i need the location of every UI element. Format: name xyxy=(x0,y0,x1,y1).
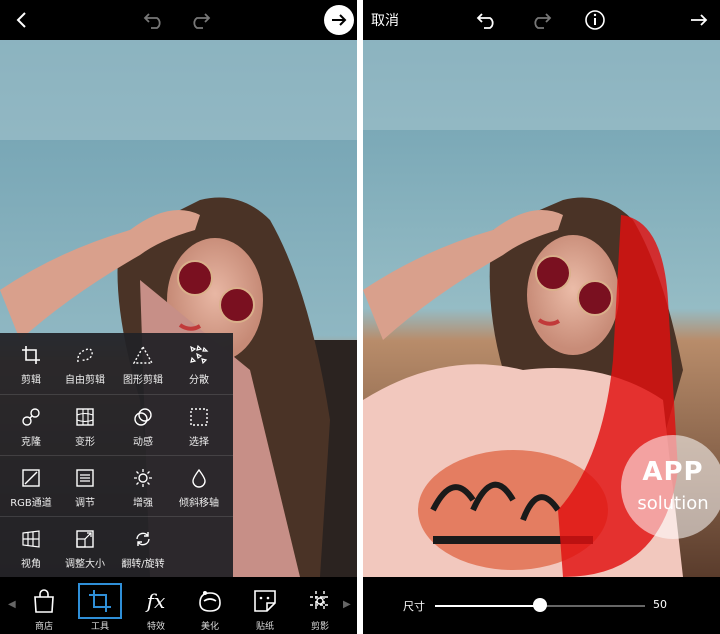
tool-label: 动感 xyxy=(133,437,153,448)
watermark-subtitle: solution xyxy=(637,493,709,514)
top-toolbar xyxy=(0,0,357,40)
tool-free-crop[interactable]: 自由剪辑 xyxy=(56,333,114,394)
tool-label: 剪辑 xyxy=(21,375,41,386)
nav-label: 商店 xyxy=(34,622,53,632)
tool-motion[interactable]: 动感 xyxy=(114,395,172,456)
tool-rgb[interactable]: RGB通道 xyxy=(2,456,60,517)
tool-select[interactable]: 选择 xyxy=(170,395,228,456)
freecrop-icon xyxy=(77,348,93,363)
clone-icon xyxy=(22,408,40,426)
bottom-navigation: ◀ 商店 工具 fx 特效 美化 贴纸 剪影 ▶ xyxy=(0,577,357,634)
beautify-icon xyxy=(199,591,221,612)
brush-size-bar: 尺寸 50 xyxy=(363,577,720,634)
nav-label: 美化 xyxy=(200,622,219,632)
tool-shape-crop[interactable]: 图形剪辑 xyxy=(114,333,172,394)
scroll-right-icon[interactable]: ▶ xyxy=(343,599,351,610)
redo-icon[interactable] xyxy=(186,6,214,34)
tool-label: 倾斜移轴 xyxy=(179,498,219,509)
editor-panel-brush: 取消 APP solution 尺寸 50 xyxy=(363,0,720,634)
cutout-icon xyxy=(310,591,330,611)
shop-bag-icon xyxy=(34,589,54,613)
tool-label: 选择 xyxy=(189,437,209,448)
tool-disperse[interactable]: 分散 xyxy=(170,333,228,394)
nav-effects[interactable]: fx 特效 xyxy=(130,577,182,634)
tool-label: 变形 xyxy=(75,437,95,448)
tool-label: 克隆 xyxy=(21,437,41,448)
watermark-badge: APP solution xyxy=(621,435,720,539)
warp-icon xyxy=(76,408,94,426)
tool-clone[interactable]: 克隆 xyxy=(2,395,60,456)
nav-shop[interactable]: 商店 xyxy=(18,577,70,634)
tool-enhance[interactable]: 增强 xyxy=(114,456,172,517)
nav-cutout[interactable]: 剪影 xyxy=(294,577,346,634)
tools-menu: 剪辑 自由剪辑 图形剪辑 分散 克隆 变形 动感 选择 RGB通道 调节 增强 … xyxy=(0,333,233,577)
nav-tools[interactable]: 工具 xyxy=(74,577,126,634)
nav-stickers[interactable]: 贴纸 xyxy=(239,577,291,634)
nav-label: 工具 xyxy=(90,622,109,632)
tools-row: 剪辑 自由剪辑 图形剪辑 分散 xyxy=(0,333,233,394)
tool-crop[interactable]: 剪辑 xyxy=(2,333,60,394)
fx-icon: fx xyxy=(146,589,166,613)
scroll-left-icon[interactable]: ◀ xyxy=(8,599,16,610)
slider-fill xyxy=(435,605,540,607)
crop-tool-icon xyxy=(89,590,111,612)
slider-thumb[interactable] xyxy=(533,598,547,612)
motion-icon xyxy=(134,408,152,426)
tools-row: 视角 调整大小 翻转/旋转 xyxy=(0,516,233,577)
adjust-icon xyxy=(76,469,94,487)
back-icon[interactable] xyxy=(8,6,36,34)
tool-label: RGB通道 xyxy=(10,498,52,509)
tool-adjust[interactable]: 调节 xyxy=(56,456,114,517)
rgb-icon xyxy=(22,469,40,487)
tool-label: 调整大小 xyxy=(65,559,105,570)
watermark-title: APP xyxy=(642,457,704,487)
enhance-icon xyxy=(134,469,152,487)
resize-icon xyxy=(76,530,94,548)
tool-flip-rotate[interactable]: 翻转/旋转 xyxy=(114,517,172,578)
brush-size-label: 尺寸 xyxy=(403,600,425,613)
tools-row: 克隆 变形 动感 选择 xyxy=(0,394,233,455)
tool-label: 自由剪辑 xyxy=(65,375,105,386)
tool-warp[interactable]: 变形 xyxy=(56,395,114,456)
nav-beautify[interactable]: 美化 xyxy=(184,577,236,634)
tool-resize[interactable]: 调整大小 xyxy=(56,517,114,578)
apply-arrow-icon[interactable] xyxy=(685,6,713,34)
nav-label: 特效 xyxy=(146,622,165,632)
tools-row: RGB通道 调节 增强 倾斜移轴 xyxy=(0,455,233,516)
nav-label: 贴纸 xyxy=(255,622,274,632)
nav-label: 剪影 xyxy=(310,622,329,632)
tiltshift-icon xyxy=(192,468,206,488)
tool-label: 图形剪辑 xyxy=(123,375,163,386)
select-icon xyxy=(190,408,208,426)
tool-label: 视角 xyxy=(21,559,41,570)
redo-icon[interactable] xyxy=(527,6,555,34)
tool-perspective[interactable]: 视角 xyxy=(2,517,60,578)
tool-label: 翻转/旋转 xyxy=(121,559,165,570)
tool-tilt-shift[interactable]: 倾斜移轴 xyxy=(170,456,228,517)
disperse-icon xyxy=(190,345,209,365)
top-toolbar: 取消 xyxy=(363,0,720,40)
shapecrop-icon xyxy=(133,345,153,364)
tool-label: 增强 xyxy=(133,498,153,509)
undo-icon[interactable] xyxy=(473,6,501,34)
cancel-button[interactable]: 取消 xyxy=(371,10,399,30)
rotate-icon xyxy=(136,532,150,546)
crop-icon xyxy=(22,346,40,364)
perspective-icon xyxy=(22,530,40,548)
info-icon[interactable] xyxy=(581,6,609,34)
tool-label: 分散 xyxy=(189,375,209,386)
brush-size-value: 50 xyxy=(653,598,667,611)
next-arrow-icon[interactable] xyxy=(324,5,354,35)
tool-label: 调节 xyxy=(75,498,95,509)
sticker-icon xyxy=(254,590,276,612)
editor-panel-tools: 剪辑 自由剪辑 图形剪辑 分散 克隆 变形 动感 选择 RGB通道 调节 增强 … xyxy=(0,0,357,634)
undo-icon[interactable] xyxy=(140,6,168,34)
